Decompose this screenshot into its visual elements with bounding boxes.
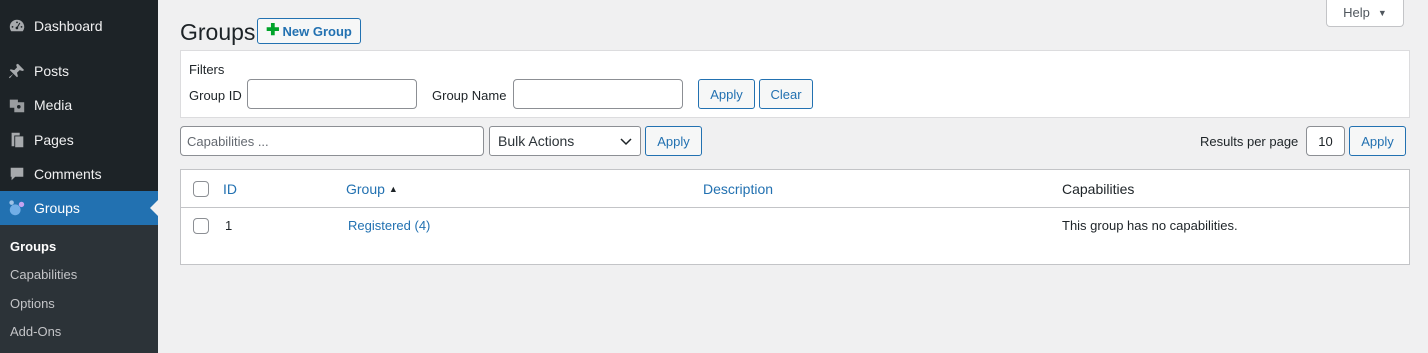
select-all-checkbox[interactable] xyxy=(193,181,209,197)
capabilities-input[interactable]: Capabilities ... xyxy=(180,126,484,156)
new-group-label: New Group xyxy=(282,23,352,39)
group-id-input[interactable] xyxy=(247,79,417,109)
filters-panel: Filters Group ID Group Name Apply Clear xyxy=(180,50,1410,118)
submenu-item-groups[interactable]: Groups xyxy=(10,239,56,254)
help-label: Help xyxy=(1343,5,1370,20)
caret-down-icon: ▼ xyxy=(1377,7,1387,18)
row-checkbox[interactable] xyxy=(193,218,209,234)
row-group-count[interactable]: (4) xyxy=(415,218,431,233)
column-header-id[interactable]: ID xyxy=(223,181,237,197)
submenu-item-add-ons[interactable]: Add-Ons xyxy=(10,324,61,339)
submenu-item-options[interactable]: Options xyxy=(10,296,55,311)
submenu-item-capabilities[interactable]: Capabilities xyxy=(10,267,77,282)
pages-icon xyxy=(0,123,34,157)
sidebar-item-label: Media xyxy=(34,97,73,113)
column-header-description[interactable]: Description xyxy=(703,181,773,197)
sidebar-item-label: Posts xyxy=(34,63,70,79)
group-name-label: Group Name xyxy=(432,88,507,103)
filter-apply-button[interactable]: Apply xyxy=(698,79,755,109)
dashboard-icon xyxy=(0,9,34,43)
bulk-actions-value: Bulk Actions xyxy=(498,133,575,149)
row-id: 1 xyxy=(225,218,233,233)
results-apply-button[interactable]: Apply xyxy=(1349,126,1406,156)
pin-icon xyxy=(0,54,34,88)
sort-ascending-icon: ▲ xyxy=(388,184,398,194)
group-name-input[interactable] xyxy=(513,79,683,109)
column-header-group[interactable]: Group ▲ xyxy=(346,181,398,197)
groups-icon xyxy=(0,191,34,225)
help-tab-button[interactable]: Help ▼ xyxy=(1326,0,1404,27)
sidebar-item-label: Dashboard xyxy=(34,18,103,34)
plus-icon: ✚ xyxy=(266,22,280,39)
sidebar-item-dashboard[interactable]: Dashboard xyxy=(0,9,158,43)
admin-sidebar: Dashboard Posts Media Pages Comments Gro… xyxy=(0,0,158,353)
bulk-actions-select[interactable]: Bulk Actions xyxy=(489,126,641,156)
sidebar-item-posts[interactable]: Posts xyxy=(0,54,158,88)
row-group-link[interactable]: Registered xyxy=(348,218,411,233)
sidebar-item-label: Groups xyxy=(34,200,80,216)
sidebar-item-pages[interactable]: Pages xyxy=(0,123,158,157)
group-id-label: Group ID xyxy=(189,88,242,103)
sidebar-item-label: Comments xyxy=(34,166,102,182)
results-per-page-input[interactable]: 10 xyxy=(1306,126,1345,156)
media-icon xyxy=(0,88,34,122)
sidebar-item-comments[interactable]: Comments xyxy=(0,157,158,191)
sidebar-item-media[interactable]: Media xyxy=(0,88,158,122)
chevron-down-icon xyxy=(620,138,632,146)
row-group: Registered (4) xyxy=(348,218,430,233)
sidebar-item-label: Pages xyxy=(34,132,74,148)
bulk-apply-button[interactable]: Apply xyxy=(645,126,702,156)
table-header-row: ID Group ▲ Description Capabilities xyxy=(181,170,1409,208)
new-group-button[interactable]: ✚ New Group xyxy=(257,18,361,44)
sidebar-item-groups[interactable]: Groups xyxy=(0,191,158,225)
comment-icon xyxy=(0,157,34,191)
groups-submenu: Groups Capabilities Options Add-Ons xyxy=(0,225,158,353)
column-header-capabilities: Capabilities xyxy=(1062,181,1135,197)
filters-title: Filters xyxy=(189,62,225,77)
column-header-group-label: Group xyxy=(346,181,385,197)
groups-table: ID Group ▲ Description Capabilities 1 Reg… xyxy=(180,169,1410,265)
row-capabilities: This group has no capabilities. xyxy=(1062,218,1238,233)
page-title: Groups xyxy=(180,19,256,45)
results-per-page-label: Results per page xyxy=(1200,134,1299,149)
filter-clear-button[interactable]: Clear xyxy=(759,79,813,109)
